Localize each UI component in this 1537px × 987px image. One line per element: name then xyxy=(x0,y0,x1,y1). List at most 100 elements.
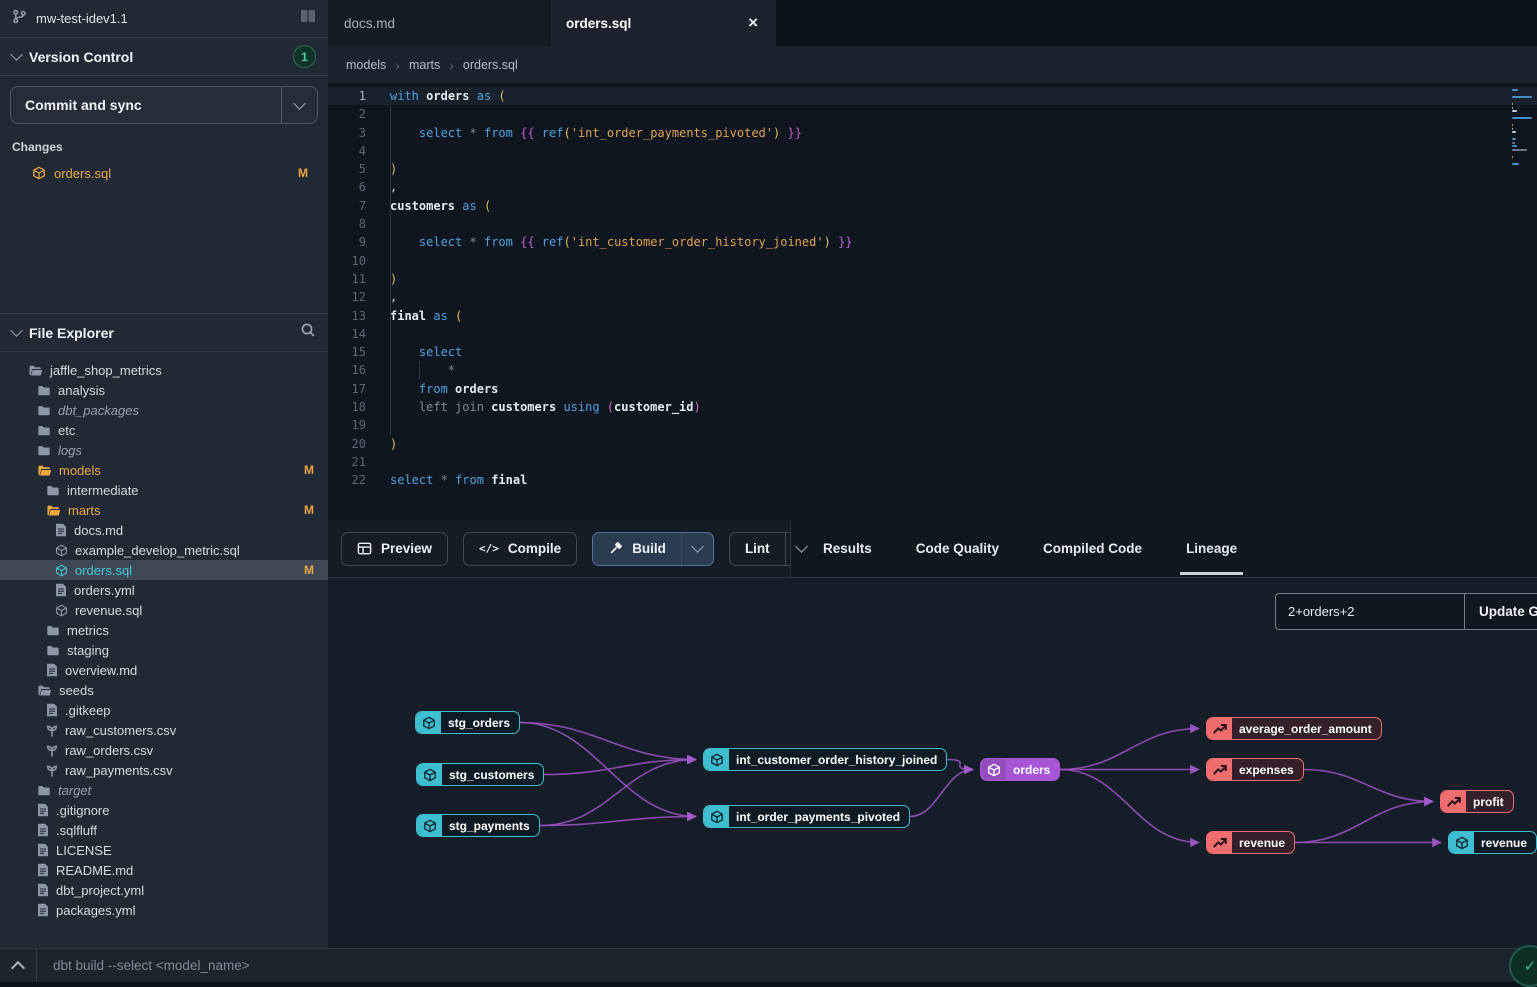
tree-item-raw-customers-csv[interactable]: raw_customers.csv xyxy=(0,720,328,740)
code-line-11[interactable]: 11) xyxy=(328,270,1537,288)
code-line-15[interactable]: 15 select xyxy=(328,343,1537,361)
node-label: stg_payments xyxy=(442,815,539,836)
lineage-node-average_order_amount[interactable]: average_order_amount xyxy=(1206,717,1382,740)
tree-item-staging[interactable]: staging xyxy=(0,640,328,660)
file-icon xyxy=(46,703,58,717)
tree-item-metrics[interactable]: metrics xyxy=(0,620,328,640)
tree-item-logs[interactable]: logs xyxy=(0,440,328,460)
split-view-icon[interactable] xyxy=(300,9,316,28)
code-line-2[interactable]: 2 xyxy=(328,105,1537,123)
code-line-10[interactable]: 10 xyxy=(328,252,1537,270)
lineage-node-stg_customers[interactable]: stg_customers xyxy=(416,763,544,786)
tree-item-jaffle-shop-metrics[interactable]: jaffle_shop_metrics xyxy=(0,360,328,380)
commit-and-sync-button[interactable]: Commit and sync xyxy=(10,86,318,124)
code-line-14[interactable]: 14 xyxy=(328,325,1537,343)
tree-item-analysis[interactable]: analysis xyxy=(0,380,328,400)
tree-item--sqlfluff[interactable]: .sqlfluff xyxy=(0,820,328,840)
code-line-8[interactable]: 8 xyxy=(328,215,1537,233)
line-number: 2 xyxy=(328,105,366,123)
tree-item-raw-payments-csv[interactable]: raw_payments.csv xyxy=(0,760,328,780)
breadcrumb-models[interactable]: models xyxy=(346,58,386,72)
tab-docs-md[interactable]: docs.md xyxy=(328,0,550,46)
update-graph-button[interactable]: Update G xyxy=(1464,594,1537,629)
code-line-7[interactable]: 7customers as ( xyxy=(328,197,1537,215)
code-line-18[interactable]: 18 left join customers using (customer_i… xyxy=(328,398,1537,416)
result-tab-compiled-code[interactable]: Compiled Code xyxy=(1043,520,1142,577)
folder-open-icon xyxy=(28,364,43,377)
line-number: 7 xyxy=(328,197,366,215)
tree-item-revenue-sql[interactable]: revenue.sql xyxy=(0,600,328,620)
code-line-5[interactable]: 5) xyxy=(328,160,1537,178)
tree-item--gitignore[interactable]: .gitignore xyxy=(0,800,328,820)
tree-item-models[interactable]: modelsM xyxy=(0,460,328,480)
build-options-dropdown[interactable] xyxy=(681,533,713,565)
build-button[interactable]: Build xyxy=(592,532,714,566)
code-line-6[interactable]: 6, xyxy=(328,178,1537,196)
tree-item-orders-yml[interactable]: orders.yml xyxy=(0,580,328,600)
tree-item-label: analysis xyxy=(58,383,314,398)
lineage-filter-input[interactable] xyxy=(1276,594,1464,629)
tree-item-raw-orders-csv[interactable]: raw_orders.csv xyxy=(0,740,328,760)
code-line-22[interactable]: 22select * from final xyxy=(328,471,1537,489)
metric-chart-icon xyxy=(1213,764,1227,776)
code-line-13[interactable]: 13final as ( xyxy=(328,307,1537,325)
result-tab-results[interactable]: Results xyxy=(823,520,872,577)
changed-file-row[interactable]: orders.sql M xyxy=(10,162,318,184)
result-tab-lineage[interactable]: Lineage xyxy=(1186,520,1237,577)
tree-item-readme-md[interactable]: README.md xyxy=(0,860,328,880)
code-line-19[interactable]: 19 xyxy=(328,416,1537,434)
tree-item-overview-md[interactable]: overview.md xyxy=(0,660,328,680)
tree-item-seeds[interactable]: seeds xyxy=(0,680,328,700)
lineage-node-revenue_model[interactable]: revenue xyxy=(1448,831,1537,854)
breadcrumb-marts[interactable]: marts xyxy=(409,58,440,72)
preview-button[interactable]: Preview xyxy=(341,532,448,566)
tree-item-target[interactable]: target xyxy=(0,780,328,800)
tree-item-marts[interactable]: martsM xyxy=(0,500,328,520)
tree-item-license[interactable]: LICENSE xyxy=(0,840,328,860)
editor-toolbar: Preview </> Compile Build Lint xyxy=(328,520,1537,577)
expand-command-bar-button[interactable] xyxy=(0,949,37,982)
action-buttons: Preview </> Compile Build Lint xyxy=(328,520,790,577)
file-explorer-header[interactable]: File Explorer xyxy=(0,314,328,352)
tree-item-dbt-project-yml[interactable]: dbt_project.yml xyxy=(0,880,328,900)
lineage-node-stg_orders[interactable]: stg_orders xyxy=(415,711,520,734)
result-tab-code-quality[interactable]: Code Quality xyxy=(916,520,999,577)
commit-options-dropdown[interactable] xyxy=(281,87,317,123)
tree-item-intermediate[interactable]: intermediate xyxy=(0,480,328,500)
code-line-3[interactable]: 3 select * from {{ ref('int_order_paymen… xyxy=(328,124,1537,142)
close-tab-icon[interactable]: × xyxy=(746,13,760,33)
lineage-node-orders[interactable]: orders xyxy=(980,758,1060,781)
tree-item-dbt-packages[interactable]: dbt_packages xyxy=(0,400,328,420)
tree-item--gitkeep[interactable]: .gitkeep xyxy=(0,700,328,720)
code-editor[interactable]: 1with orders as (23 select * from {{ ref… xyxy=(328,83,1537,520)
tree-item-orders-sql[interactable]: orders.sqlM xyxy=(0,560,328,580)
tree-item-packages-yml[interactable]: packages.yml xyxy=(0,900,328,920)
code-line-17[interactable]: 17 from orders xyxy=(328,380,1537,398)
editor-minimap[interactable] xyxy=(1512,89,1534,166)
lineage-node-expenses[interactable]: expenses xyxy=(1206,758,1304,781)
search-icon[interactable] xyxy=(300,322,316,343)
tab-orders-sql[interactable]: orders.sql × xyxy=(550,0,777,46)
code-line-9[interactable]: 9 select * from {{ ref('int_customer_ord… xyxy=(328,233,1537,251)
tree-item-docs-md[interactable]: docs.md xyxy=(0,520,328,540)
code-line-21[interactable]: 21 xyxy=(328,453,1537,471)
lineage-node-stg_payments[interactable]: stg_payments xyxy=(416,814,540,837)
line-number: 3 xyxy=(328,124,366,142)
tree-item-etc[interactable]: etc xyxy=(0,420,328,440)
code-line-1[interactable]: 1with orders as ( xyxy=(328,87,1537,105)
compile-button[interactable]: </> Compile xyxy=(463,532,577,566)
breadcrumb-orders-sql[interactable]: orders.sql xyxy=(463,58,518,72)
version-control-header[interactable]: Version Control 1 xyxy=(0,38,328,76)
tree-item-example-develop-metric-sql[interactable]: example_develop_metric.sql xyxy=(0,540,328,560)
lineage-node-revenue_metric[interactable]: revenue xyxy=(1206,831,1295,854)
command-bar: dbt build --select <model_name> ✓ xyxy=(0,948,1537,982)
lineage-node-int_order_payments_pivoted[interactable]: int_order_payments_pivoted xyxy=(703,805,910,828)
code-line-16[interactable]: 16 * xyxy=(328,361,1537,379)
code-line-12[interactable]: 12, xyxy=(328,288,1537,306)
lineage-node-profit[interactable]: profit xyxy=(1440,790,1514,813)
lineage-node-int_customer_order_history_joined[interactable]: int_customer_order_history_joined xyxy=(703,748,947,771)
tree-item-label: models xyxy=(59,463,297,478)
code-line-20[interactable]: 20) xyxy=(328,435,1537,453)
code-line-4[interactable]: 4 xyxy=(328,142,1537,160)
command-input[interactable]: dbt build --select <model_name> xyxy=(37,958,1537,973)
